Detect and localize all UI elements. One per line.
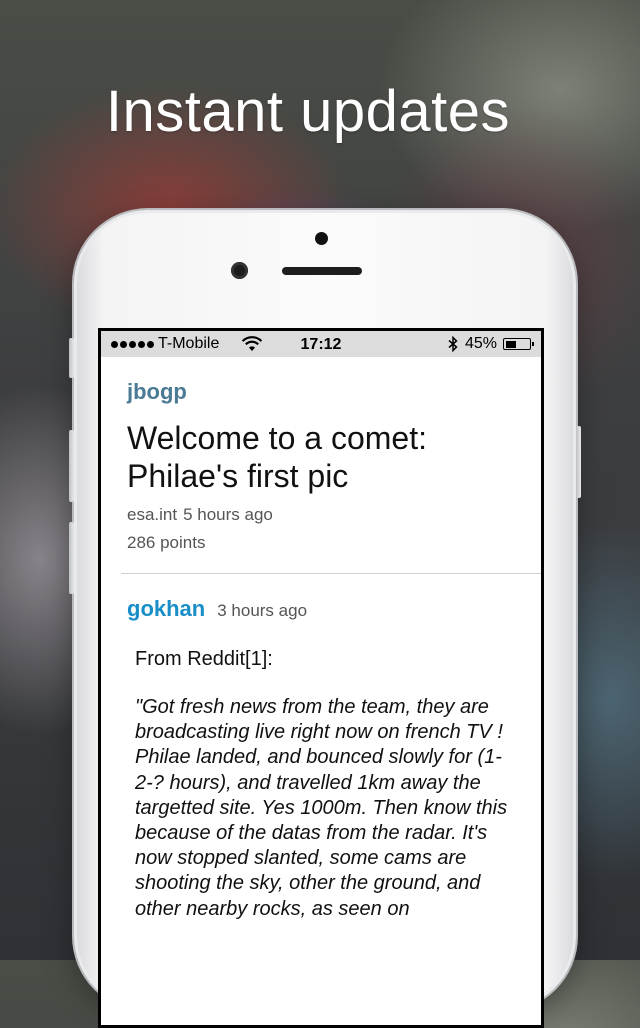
story-author-link[interactable]: jbogp [127, 379, 187, 407]
volume-up-button [69, 430, 74, 502]
app-screen: T-Mobile 17:12 45% jbogp Welcome to a co… [101, 331, 541, 1025]
story-points: 286 points [127, 533, 206, 552]
comment-author-link[interactable]: gokhan [127, 596, 205, 622]
signal-dots-icon [111, 340, 154, 348]
story-meta: esa.int 5 hours ago [127, 505, 541, 525]
status-bar: T-Mobile 17:12 45% [101, 331, 541, 357]
front-camera [231, 262, 248, 279]
divider [121, 573, 541, 574]
proximity-sensor [315, 232, 328, 245]
promo-headline: Instant updates [105, 79, 511, 144]
story-time-ago: 5 hours ago [183, 505, 273, 524]
battery-level-fill [505, 340, 516, 348]
mute-switch [69, 338, 74, 378]
comment-quote: "Got fresh news from the team, they are … [135, 696, 508, 920]
volume-down-button [69, 522, 74, 594]
battery-percent: 45% [464, 335, 497, 352]
carrier-label: T-Mobile [158, 335, 220, 352]
comment-intro: From Reddit[1]: [135, 648, 273, 670]
phone-frame: T-Mobile 17:12 45% jbogp Welcome to a co… [69, 210, 581, 1028]
story-content: jbogp Welcome to a comet: Philae's first… [101, 357, 541, 553]
phone-screen: T-Mobile 17:12 45% jbogp Welcome to a co… [98, 328, 544, 1028]
wifi-icon [242, 336, 263, 351]
comment-time-ago: 3 hours ago [217, 601, 308, 620]
comment-header: gokhan 3 hours ago [127, 596, 541, 622]
comment-body: From Reddit[1]: "Got fresh news from the… [127, 622, 541, 922]
power-button [576, 426, 581, 498]
story-title[interactable]: Welcome to a comet: Philae's first pic [127, 419, 541, 495]
bluetooth-icon [448, 336, 458, 352]
battery-icon [503, 338, 534, 350]
story-domain[interactable]: esa.int [127, 505, 177, 524]
comment-section: gokhan 3 hours ago From Reddit[1]: "Got … [101, 596, 541, 922]
earpiece-speaker [282, 267, 362, 275]
